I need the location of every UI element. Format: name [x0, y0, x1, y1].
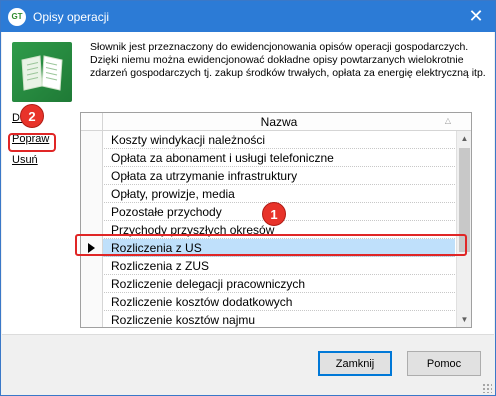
- row-indicator: [81, 257, 103, 275]
- table-row[interactable]: Opłata za abonament i usługi telefoniczn…: [81, 149, 455, 167]
- window-title: Opisy operacji: [33, 9, 110, 24]
- selected-row-highlight: [75, 234, 467, 256]
- row-indicator: [81, 311, 103, 327]
- title-bar[interactable]: GT Opisy operacji ✕: [1, 1, 495, 32]
- scroll-down-icon[interactable]: ▼: [457, 312, 471, 327]
- dialog-window: GT Opisy operacji ✕ Słownik jest przezna…: [0, 0, 496, 396]
- table-row[interactable]: Rozliczenie kosztów najmu: [81, 311, 455, 327]
- annotation-badge-1: 1: [262, 202, 286, 226]
- open-book-icon: [12, 42, 72, 102]
- row-label: Pozostałe przychody: [111, 205, 222, 219]
- annotation-badge-2: 2: [20, 104, 44, 128]
- row-label: Opłata za abonament i usługi telefoniczn…: [111, 151, 334, 165]
- row-indicator: [81, 149, 103, 167]
- row-label: Rozliczenie kosztów najmu: [111, 313, 256, 327]
- row-label: Rozliczenia z ZUS: [111, 259, 210, 273]
- row-label: Opłata za utrzymanie infrastruktury: [111, 169, 298, 183]
- table-row[interactable]: Opłata za utrzymanie infrastruktury: [81, 167, 455, 185]
- resize-grip-icon[interactable]: [482, 383, 492, 393]
- close-window-button[interactable]: ✕: [465, 5, 487, 27]
- dialog-content: Słownik jest przeznaczony do ewidencjono…: [2, 32, 494, 334]
- row-indicator: [81, 275, 103, 293]
- table-row[interactable]: Koszty windykacji należności: [81, 131, 455, 149]
- row-indicator: [81, 131, 103, 149]
- row-label: Koszty windykacji należności: [111, 133, 266, 147]
- indicator-column-header: [81, 113, 103, 131]
- row-indicator: [81, 185, 103, 203]
- sort-icon: △: [444, 116, 451, 125]
- column-header-name[interactable]: Nazwa: [104, 115, 454, 129]
- table-row[interactable]: Rozliczenie kosztów dodatkowych: [81, 293, 455, 311]
- grid-header: Nazwa △: [81, 113, 471, 131]
- scroll-up-icon[interactable]: ▲: [457, 131, 471, 146]
- dialog-footer: Zamknij Pomoc: [2, 334, 494, 395]
- app-logo-icon: GT: [8, 7, 26, 26]
- dictionary-description: Słownik jest przeznaczony do ewidencjono…: [90, 41, 486, 79]
- table-row[interactable]: Rozliczenia z ZUS: [81, 257, 455, 275]
- table-row[interactable]: Opłaty, prowizje, media: [81, 185, 455, 203]
- row-indicator: [81, 293, 103, 311]
- edit-link-highlight: [8, 133, 56, 152]
- delete-link[interactable]: Usuń: [12, 154, 49, 167]
- row-indicator: [81, 203, 103, 221]
- vertical-scrollbar[interactable]: ▲ ▼: [456, 131, 471, 327]
- help-button[interactable]: Pomoc: [407, 351, 481, 376]
- row-label: Opłaty, prowizje, media: [111, 187, 235, 201]
- table-row[interactable]: Rozliczenie delegacji pracowniczych: [81, 275, 455, 293]
- row-indicator: [81, 167, 103, 185]
- row-label: Rozliczenie kosztów dodatkowych: [111, 295, 293, 309]
- close-button[interactable]: Zamknij: [318, 351, 392, 376]
- row-label: Rozliczenie delegacji pracowniczych: [111, 277, 306, 291]
